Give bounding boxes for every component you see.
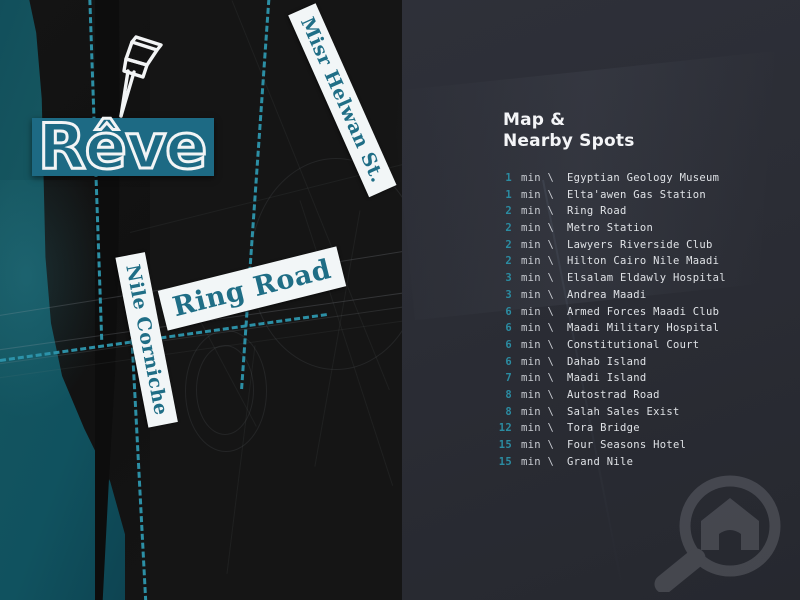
spot-unit: min \	[521, 305, 555, 318]
spot-minutes: 6	[505, 322, 512, 335]
panel-title-line1: Map &	[503, 110, 566, 130]
spot-row[interactable]: 3 min \ Elsalam Eldawly Hospital	[490, 272, 790, 289]
spot-name: Constitutional Court	[567, 338, 700, 351]
spot-name: Autostrad Road	[567, 388, 660, 401]
spot-name: Maadi Military Hospital	[567, 322, 720, 335]
spot-row[interactable]: 8 min \ Autostrad Road	[490, 389, 790, 406]
map-area[interactable]: Rêve Misr Helwan St. Nile Corniche Ring …	[0, 0, 402, 600]
spot-minutes: 2	[505, 255, 512, 268]
spot-row[interactable]: 2 min \ Hilton Cairo Nile Maadi	[490, 255, 790, 272]
spot-name: Four Seasons Hotel	[567, 439, 687, 451]
spot-unit: min \	[521, 172, 555, 184]
spot-minutes: 12	[498, 422, 512, 435]
spot-minutes: 8	[505, 405, 512, 418]
spot-name: Ring Road	[567, 205, 627, 218]
spot-name: Elta'awen Gas Station	[567, 188, 707, 201]
spot-minutes: 1	[505, 188, 512, 201]
spot-row[interactable]: 8 min \ Salah Sales Exist	[490, 406, 790, 423]
spot-minutes: 15	[498, 439, 512, 451]
spot-minutes: 2	[505, 205, 512, 218]
spot-minutes: 3	[505, 272, 512, 285]
nearby-spots-list[interactable]: 1 min \ Egyptian Geology Museum 1 min \ Elta'…	[490, 172, 790, 472]
spot-name: Dahab Island	[567, 355, 647, 368]
spot-name: Metro Station	[567, 222, 654, 235]
spot-unit: min \	[521, 322, 555, 335]
spot-unit: min \	[521, 255, 555, 268]
spot-row[interactable]: 3 min \ Andrea Maadi	[490, 289, 790, 306]
spot-name: Egyptian Geology Museum	[567, 172, 720, 184]
spot-name: Maadi Island	[567, 372, 647, 385]
spot-row[interactable]: 15 min \ Four Seasons Hotel	[490, 439, 790, 456]
spot-row[interactable]: 6 min \ Maadi Military Hospital	[490, 322, 790, 339]
spot-row[interactable]: 7 min \ Maadi Island	[490, 372, 790, 389]
spot-unit: min \	[521, 272, 555, 285]
spot-name: Tora Bridge	[567, 422, 640, 435]
spot-name: Hilton Cairo Nile Maadi	[567, 255, 720, 268]
slide-root: Rêve Misr Helwan St. Nile Corniche Ring …	[0, 0, 800, 600]
spot-row[interactable]: 12 min \ Tora Bridge	[490, 422, 790, 439]
spot-name: Andrea Maadi	[567, 288, 647, 301]
spot-unit: min \	[521, 338, 555, 351]
spot-unit: min \	[521, 388, 555, 401]
brand-name: Rêve	[37, 109, 209, 185]
spot-unit: min \	[521, 455, 555, 468]
spot-unit: min \	[521, 355, 555, 368]
spot-unit: min \	[521, 238, 555, 251]
spot-minutes: 1	[505, 172, 512, 184]
spot-unit: min \	[521, 188, 555, 201]
panel-title-line2: Nearby Spots	[503, 131, 635, 151]
spot-name: Grand Nile	[567, 455, 634, 468]
spot-minutes: 3	[505, 288, 512, 301]
spot-row[interactable]: 6 min \ Armed Forces Maadi Club	[490, 306, 790, 323]
spot-row[interactable]: 2 min \ Metro Station	[490, 222, 790, 239]
spot-row[interactable]: 6 min \ Dahab Island	[490, 356, 790, 373]
spot-minutes: 2	[505, 222, 512, 235]
spot-minutes: 2	[505, 238, 512, 251]
spot-name: Salah Sales Exist	[567, 405, 680, 418]
spot-unit: min \	[521, 422, 555, 435]
spot-minutes: 8	[505, 388, 512, 401]
spot-minutes: 7	[505, 372, 512, 385]
spot-minutes: 6	[505, 305, 512, 318]
spot-name: Lawyers Riverside Club	[567, 238, 713, 251]
spot-name: Elsalam Eldawly Hospital	[567, 272, 726, 285]
house-search-icon	[638, 470, 788, 594]
nearby-spots-panel: Map & Nearby Spots 1 min \ Egyptian Geolog…	[391, 0, 800, 600]
spot-row[interactable]: 2 min \ Ring Road	[490, 205, 790, 222]
spot-minutes: 6	[505, 355, 512, 368]
map-pin-icon[interactable]	[108, 28, 170, 120]
road-curve	[196, 345, 254, 435]
spot-unit: min \	[521, 439, 555, 451]
spot-name: Armed Forces Maadi Club	[567, 305, 720, 318]
spot-unit: min \	[521, 205, 555, 218]
spot-unit: min \	[521, 288, 555, 301]
spot-row[interactable]: 1 min \ Egyptian Geology Museum	[490, 172, 790, 189]
spot-unit: min \	[521, 405, 555, 418]
spot-row[interactable]: 2 min \ Lawyers Riverside Club	[490, 239, 790, 256]
spot-row[interactable]: 1 min \ Elta'awen Gas Station	[490, 189, 790, 206]
spot-unit: min \	[521, 372, 555, 385]
spot-minutes: 6	[505, 338, 512, 351]
spot-row[interactable]: 6 min \ Constitutional Court	[490, 339, 790, 356]
spot-minutes: 15	[498, 455, 512, 468]
panel-title: Map & Nearby Spots	[503, 110, 635, 152]
spot-unit: min \	[521, 222, 555, 235]
